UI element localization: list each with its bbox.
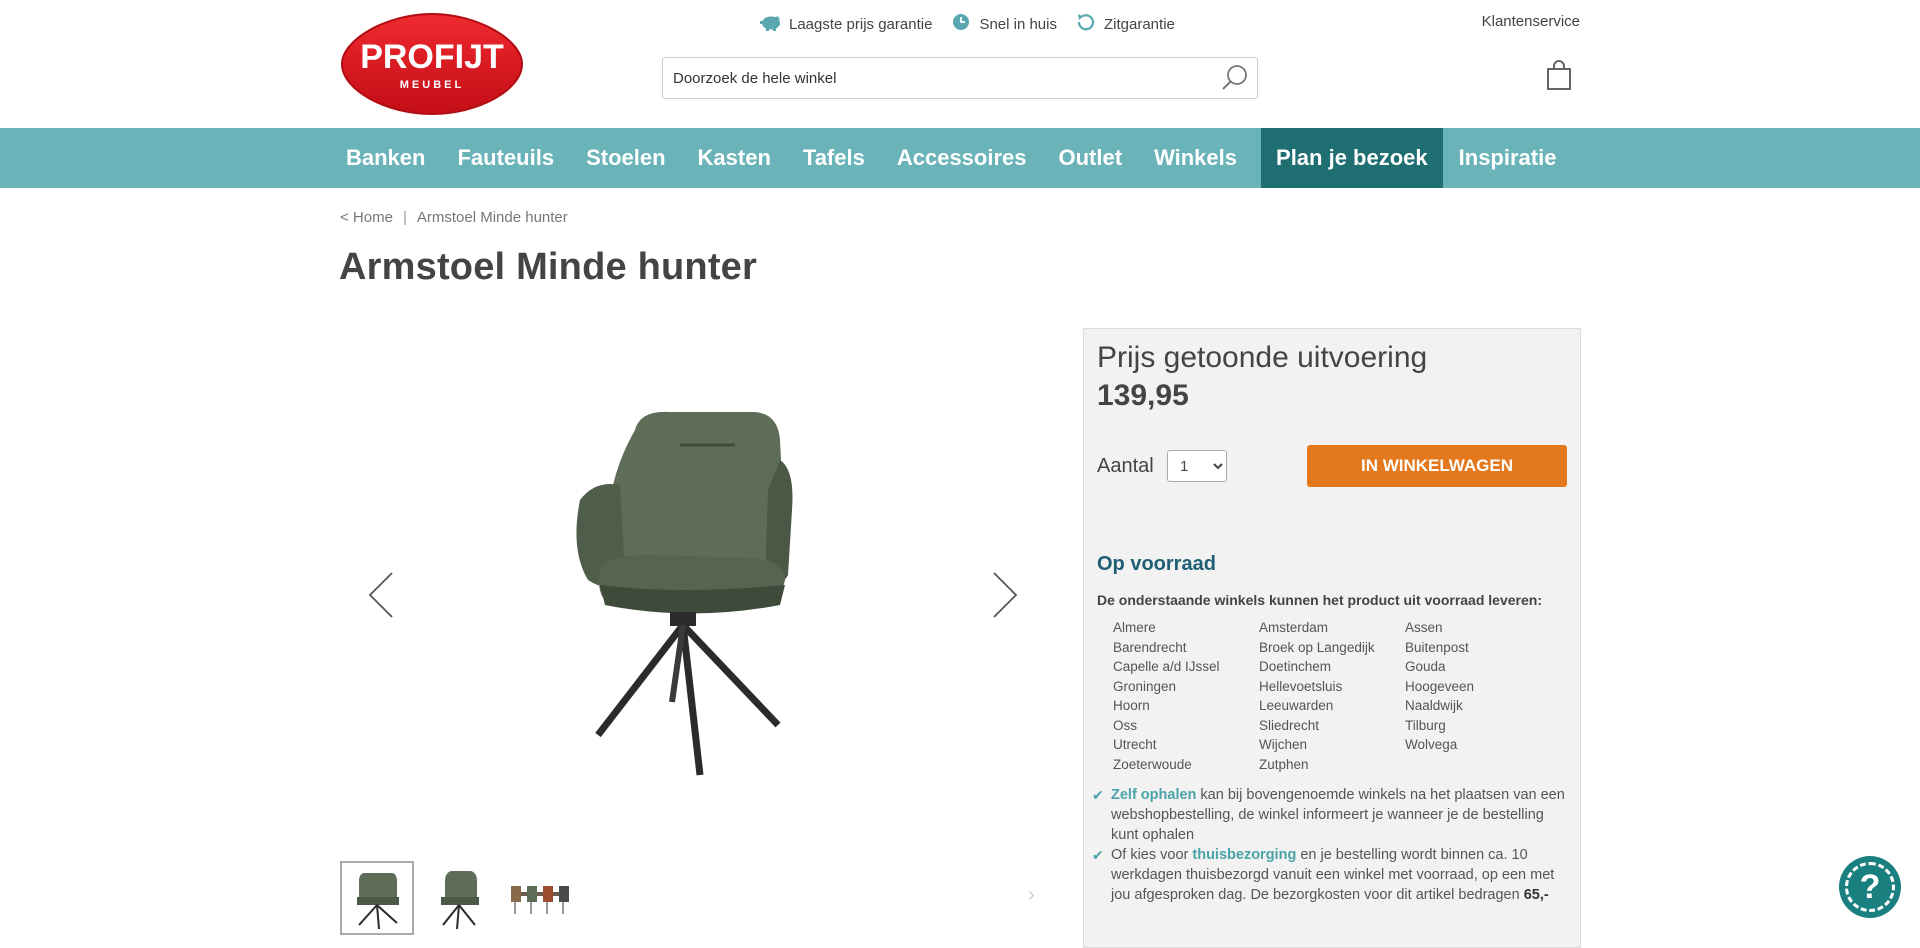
delivery-cost: 65,-: [1523, 887, 1549, 903]
usp-label: Zitgarantie: [1104, 15, 1175, 33]
usp-label: Snel in huis: [979, 15, 1057, 33]
nav-item-inspiratie[interactable]: Inspiratie: [1451, 128, 1573, 188]
store-item: Naaldwijk: [1405, 698, 1463, 713]
store-item: Utrecht: [1113, 737, 1157, 752]
chevron-left-icon[interactable]: [366, 570, 396, 620]
delivery-options: ✔ Zelf ophalen kan bij bovengenoemde win…: [1092, 785, 1572, 905]
home-delivery-link[interactable]: thuisbezorging: [1192, 847, 1296, 863]
clock-icon: [950, 13, 972, 35]
store-item: Assen: [1405, 620, 1443, 635]
product-image[interactable]: [540, 400, 820, 780]
quantity-label: Aantal: [1097, 455, 1154, 477]
store-item: Hoogeveen: [1405, 678, 1475, 694]
page-title: Armstoel Minde hunter: [339, 246, 758, 288]
breadcrumb-separator: |: [402, 209, 407, 226]
store-item: Wolvega: [1405, 737, 1458, 752]
search-button[interactable]: [1213, 58, 1257, 98]
nav-item-stoelen[interactable]: Stoelen: [578, 128, 681, 188]
store-item: Capelle a/d IJssel: [1113, 659, 1220, 674]
store-item: Zoeterwoude: [1113, 756, 1192, 772]
nav-item-tafels[interactable]: Tafels: [795, 128, 881, 188]
store-item: Oss: [1113, 717, 1138, 733]
thumbnail-next-icon[interactable]: ›: [1028, 884, 1035, 907]
main-nav: Banken Fauteuils Stoelen Kasten Tafels Access…: [0, 128, 1920, 188]
store-item: Buitenpost: [1405, 639, 1469, 655]
breadcrumb-current: Armstoel Minde hunter: [416, 209, 568, 226]
store-item: Zutphen: [1259, 756, 1309, 772]
pickup-link[interactable]: Zelf ophalen: [1111, 787, 1196, 803]
store-item: Leeuwarden: [1259, 698, 1334, 713]
breadcrumb: < Home | Armstoel Minde hunter: [340, 209, 568, 226]
store-item: Hellevoetsluis: [1259, 678, 1343, 694]
nav-item-accessoires[interactable]: Accessoires: [889, 128, 1043, 188]
search-input[interactable]: [663, 58, 1213, 98]
nav-item-banken[interactable]: Banken: [336, 128, 441, 188]
usp-label: Laagste prijs garantie: [789, 15, 933, 33]
store-item: Amsterdam: [1259, 620, 1329, 635]
nav-item-winkels[interactable]: Winkels: [1146, 128, 1253, 188]
store-item: Groningen: [1113, 678, 1177, 694]
usp-lowest-price: Laagste prijs garantie: [760, 13, 932, 35]
header: PROFIJT MEUBEL Laagste prijs garantie Sn…: [0, 0, 1920, 128]
store-item: Wijchen: [1259, 737, 1308, 752]
thumbnail-front[interactable]: [340, 861, 414, 935]
svg-text:MEUBEL: MEUBEL: [400, 79, 464, 91]
usp-bar: Laagste prijs garantie Snel in huis Zitg…: [760, 13, 1175, 35]
nav-item-kasten[interactable]: Kasten: [690, 128, 787, 188]
home-delivery-prefix: Of kies voor: [1111, 847, 1193, 863]
nav-item-plan-je-bezoek[interactable]: Plan je bezoek: [1261, 128, 1443, 188]
question-mark-icon: ?: [1845, 862, 1895, 912]
stock-description: De onderstaande winkels kunnen het produ…: [1097, 592, 1542, 608]
store-item: Doetinchem: [1259, 659, 1332, 674]
store-item: Almere: [1113, 620, 1156, 635]
search-icon: [1222, 65, 1247, 90]
home-delivery-option: ✔ Of kies voor thuisbezorging en je best…: [1092, 845, 1572, 905]
chevron-right-icon[interactable]: [990, 570, 1020, 620]
store-item: Sliedrecht: [1259, 717, 1320, 733]
add-to-cart-button[interactable]: IN WINKELWAGEN: [1307, 445, 1567, 487]
store-item: Broek op Langedijk: [1259, 639, 1375, 655]
nav-item-outlet[interactable]: Outlet: [1051, 128, 1139, 188]
usp-fast-delivery: Snel in huis: [950, 13, 1057, 35]
pickup-option: ✔ Zelf ophalen kan bij bovengenoemde win…: [1092, 785, 1572, 845]
checkmark-icon: ✔: [1092, 847, 1104, 863]
refresh-icon: [1075, 13, 1097, 35]
product-gallery: [340, 330, 1040, 850]
purchase-panel: Prijs getoonde uitvoering 139,95 Aantal …: [1083, 328, 1581, 948]
shopping-bag-icon[interactable]: [1546, 60, 1572, 90]
customer-service-link[interactable]: Klantenservice: [1482, 13, 1580, 30]
search-bar: [662, 57, 1258, 99]
price-value: 139,95: [1097, 379, 1189, 412]
piggy-bank-icon: [760, 13, 782, 35]
store-item: Tilburg: [1405, 717, 1446, 733]
thumbnail-room[interactable]: [504, 861, 578, 935]
svg-text:PROFIJT: PROFIJT: [360, 38, 504, 76]
store-item: Hoorn: [1113, 698, 1150, 713]
nav-item-fauteuils[interactable]: Fauteuils: [449, 128, 570, 188]
profijt-logo[interactable]: PROFIJT MEUBEL: [338, 10, 526, 118]
usp-sit-guarantee: Zitgarantie: [1075, 13, 1175, 35]
breadcrumb-home[interactable]: < Home: [340, 209, 393, 226]
store-list: Almere Amsterdam Assen Barendrecht Broek op …: [1113, 619, 1551, 773]
stock-status: Op voorraad: [1097, 553, 1216, 575]
thumbnail-strip: [340, 861, 578, 935]
store-item: Gouda: [1405, 659, 1446, 674]
thumbnail-side[interactable]: [422, 861, 496, 935]
price-label: Prijs getoonde uitvoering: [1097, 341, 1428, 374]
checkmark-icon: ✔: [1092, 787, 1104, 803]
help-button[interactable]: ?: [1839, 856, 1901, 918]
store-item: Barendrecht: [1113, 639, 1187, 655]
quantity-select[interactable]: 1: [1167, 450, 1227, 482]
